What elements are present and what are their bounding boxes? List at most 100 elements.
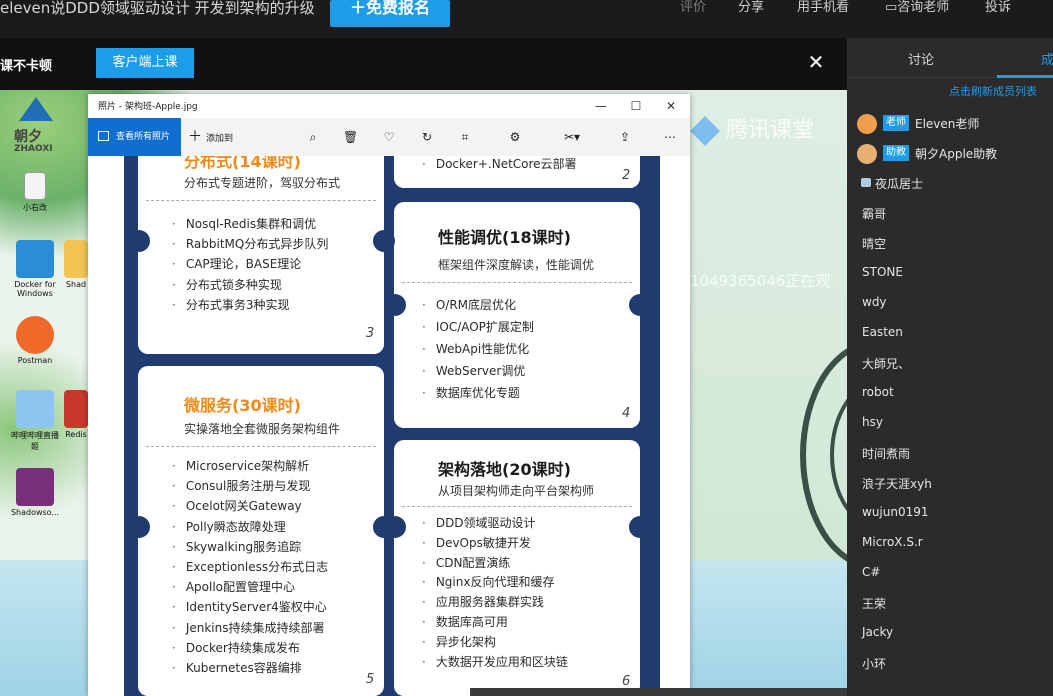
client-class-button[interactable]: 客户端上课 bbox=[96, 48, 194, 78]
crop-icon[interactable]: ⌗ bbox=[458, 130, 472, 144]
course-card-performance: 性能调优(18课时) 框架组件深度解读，性能调优 O/RM底层优化 IOC/AO… bbox=[394, 202, 640, 428]
topic-item: RabbitMQ分布式异步队列 bbox=[172, 234, 329, 254]
desktop-icon-docker[interactable]: Docker for Windows bbox=[10, 240, 60, 298]
member-name: Jacky bbox=[862, 625, 894, 639]
tab-members[interactable]: 成 bbox=[1041, 49, 1053, 68]
card-separator bbox=[402, 506, 632, 507]
member-item[interactable]: 时间煮雨 bbox=[847, 438, 1053, 468]
topic-item: IOC/AOP扩展定制 bbox=[422, 316, 534, 338]
nav-complain[interactable]: 投诉 bbox=[985, 0, 1011, 16]
nav-consult-teacher[interactable]: ▭咨询老师 bbox=[885, 0, 949, 16]
maximize-button[interactable]: ☐ bbox=[621, 97, 651, 115]
see-all-photos-button[interactable]: 查看所有照片 bbox=[88, 118, 181, 156]
topic-item: CDN配置演练 bbox=[422, 554, 568, 574]
topic-item: WebApi性能优化 bbox=[422, 338, 534, 360]
card-topic-list: DDD领域驱动设计 DevOps敏捷开发 CDN配置演练 Nginx反向代理和缓… bbox=[422, 514, 568, 672]
favorite-icon[interactable]: ♡ bbox=[382, 130, 396, 144]
card-separator bbox=[402, 282, 632, 283]
nav-rate[interactable]: 评价 bbox=[680, 0, 706, 16]
member-name: 霸哥 bbox=[862, 207, 887, 221]
member-side-panel: 讨论 成 点击刷新成员列表 老师 Eleven老师 助教 朝夕Apple助教 夜… bbox=[847, 38, 1053, 696]
desktop-icon-postman[interactable]: Postman bbox=[10, 316, 60, 365]
card-topic-list: O/RM底层优化 IOC/AOP扩展定制 WebApi性能优化 WebServe… bbox=[422, 294, 534, 404]
member-item[interactable]: Easten bbox=[847, 318, 1053, 348]
add-to-button[interactable]: ＋ 添加到 bbox=[188, 118, 233, 156]
avatar bbox=[857, 114, 877, 134]
camera-icon bbox=[861, 178, 871, 187]
course-card-cloud-deploy: Docker+.NetCore云部署 2 bbox=[394, 156, 640, 188]
desktop-icon-shadowsocks[interactable]: Shadowso... bbox=[10, 468, 60, 517]
topic-item: Consul服务注册与发现 bbox=[172, 476, 328, 496]
role-badge: 助教 bbox=[883, 145, 909, 161]
topic-item: Skywalking服务追踪 bbox=[172, 537, 328, 557]
member-item[interactable]: 大師兄、 bbox=[847, 348, 1053, 378]
member-name: 晴空 bbox=[862, 237, 887, 251]
delete-icon[interactable]: 🗑 bbox=[343, 130, 358, 144]
minimize-button[interactable]: — bbox=[586, 97, 616, 115]
member-item[interactable]: 夜瓜居士 bbox=[847, 168, 1053, 198]
zoom-icon[interactable]: ⌕ bbox=[306, 130, 320, 144]
member-item[interactable]: 晴空 bbox=[847, 228, 1053, 258]
member-item[interactable]: robot bbox=[847, 378, 1053, 408]
card-notch bbox=[629, 294, 651, 316]
share-icon[interactable]: ⇪ bbox=[618, 130, 632, 144]
member-name: Eleven老师 bbox=[915, 117, 980, 131]
file-icon bbox=[24, 172, 46, 200]
chat-icon: ▭ bbox=[885, 0, 898, 15]
member-item[interactable]: 老师 Eleven老师 bbox=[847, 108, 1053, 138]
window-title: 照片 - 架构班-Apple.jpg bbox=[98, 102, 198, 112]
topic-item: 分布式事务3种实现 bbox=[172, 295, 328, 315]
card-subtitle: 框架组件深度解读，性能调优 bbox=[438, 258, 595, 272]
member-item[interactable]: wujun0191 bbox=[847, 498, 1053, 528]
postman-icon bbox=[16, 316, 54, 354]
member-item[interactable]: 助教 朝夕Apple助教 bbox=[847, 138, 1053, 168]
member-item[interactable]: 王荣 bbox=[847, 588, 1053, 618]
member-item[interactable]: C# bbox=[847, 558, 1053, 588]
topic-item: Docker持续集成发布 bbox=[172, 638, 328, 658]
member-item[interactable]: 浪子天涯xyh bbox=[847, 468, 1053, 498]
card-notch bbox=[128, 230, 150, 252]
topic-item: Exceptionless分布式日志 bbox=[172, 557, 328, 577]
topic-item: Microservice架构解析 bbox=[172, 456, 328, 476]
folder-icon bbox=[64, 240, 88, 278]
desktop-icon-redis[interactable]: Redis bbox=[62, 390, 90, 439]
topic-item: Nosql-Redis集群和调优 bbox=[172, 214, 328, 234]
topic-item: 应用服务器集群实践 bbox=[422, 593, 568, 613]
course-outline-image: 分布式(14课时) 分布式专题进阶，驾驭分布式 Nosql-Redis集群和调优… bbox=[124, 156, 660, 696]
logo-text: 朝夕 bbox=[14, 129, 42, 145]
more-icon[interactable]: ⋯ bbox=[663, 130, 677, 144]
card-subtitle: 分布式专题进阶，驾驭分布式 bbox=[184, 176, 341, 190]
rotate-icon[interactable]: ↻ bbox=[420, 130, 434, 144]
topic-item: CAP理论，BASE理论 bbox=[172, 254, 328, 274]
topic-item: Kubernetes容器编排 bbox=[172, 658, 328, 678]
member-item[interactable]: wdy bbox=[847, 288, 1053, 318]
floating-control-bar[interactable] bbox=[470, 688, 847, 696]
topic-item: DDD领域驱动设计 bbox=[422, 514, 568, 534]
photo-toolbar: 查看所有照片 ＋ 添加到 ⌕ 🗑 ♡ ↻ ⌗ ⚙ ✂▾ ⇪ ⋯ bbox=[88, 118, 690, 156]
free-signup-button[interactable]: ＋免费报名 bbox=[330, 0, 450, 27]
nav-share[interactable]: 分享 bbox=[738, 0, 764, 16]
card-title: 微服务(30课时) bbox=[184, 396, 301, 415]
desktop-icon-file[interactable]: 小右改 bbox=[10, 172, 60, 213]
nav-watch-on-phone[interactable]: 用手机看 bbox=[797, 0, 849, 16]
active-tab-indicator bbox=[997, 75, 1053, 78]
member-item[interactable]: STONE bbox=[847, 258, 1053, 288]
close-notice-button[interactable]: ✕ bbox=[804, 50, 828, 74]
member-item[interactable]: 小环 bbox=[847, 648, 1053, 678]
member-name: 夜瓜居士 bbox=[875, 177, 924, 191]
refresh-member-list-link[interactable]: 点击刷新成员列表 bbox=[949, 83, 1037, 99]
desktop-icon-shad[interactable]: Shad bbox=[62, 240, 90, 289]
member-item[interactable]: MicroX.S.r bbox=[847, 528, 1053, 558]
topic-item: Docker+.NetCore云部署 bbox=[422, 156, 577, 174]
member-item[interactable]: Jacky bbox=[847, 618, 1053, 648]
desktop-icon-bilibili[interactable]: 哔哩哔哩直播姬 bbox=[10, 390, 60, 452]
topic-item: Ocelot网关Gateway bbox=[172, 496, 328, 516]
tab-discussion[interactable]: 讨论 bbox=[908, 49, 934, 68]
member-item[interactable]: 霸哥 bbox=[847, 198, 1053, 228]
card-number: 3 bbox=[366, 326, 375, 341]
edit-icon[interactable]: ✂▾ bbox=[560, 130, 584, 144]
window-close-button[interactable]: ✕ bbox=[656, 97, 686, 115]
member-item[interactable]: hsy bbox=[847, 408, 1053, 438]
card-subtitle: 实操落地全套微服务架构组件 bbox=[184, 422, 341, 436]
enhance-icon[interactable]: ⚙ bbox=[508, 130, 522, 144]
